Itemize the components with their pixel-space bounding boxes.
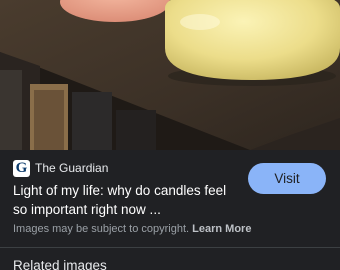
visit-button[interactable]: Visit — [248, 163, 326, 194]
learn-more-link[interactable]: Learn More — [192, 223, 251, 235]
related-images-heading: Related images — [13, 258, 107, 270]
divider — [0, 247, 340, 248]
image-preview-screen: G The Guardian Light of my life: why do … — [0, 0, 340, 270]
source-row[interactable]: G The Guardian — [13, 159, 108, 177]
result-title[interactable]: Light of my life: why do candles feel so… — [13, 181, 228, 219]
copyright-text: Images may be subject to copyright. — [13, 223, 190, 235]
image-info-panel: G The Guardian Light of my life: why do … — [0, 150, 340, 270]
result-title-line2: so important right now ... — [13, 202, 161, 217]
guardian-logo-icon: G — [13, 159, 30, 177]
copyright-notice: Images may be subject to copyright. Lear… — [13, 223, 251, 235]
result-title-line1: Light of my life: why do candles feel — [13, 183, 227, 198]
source-name: The Guardian — [35, 161, 109, 175]
preview-image[interactable] — [0, 0, 340, 150]
